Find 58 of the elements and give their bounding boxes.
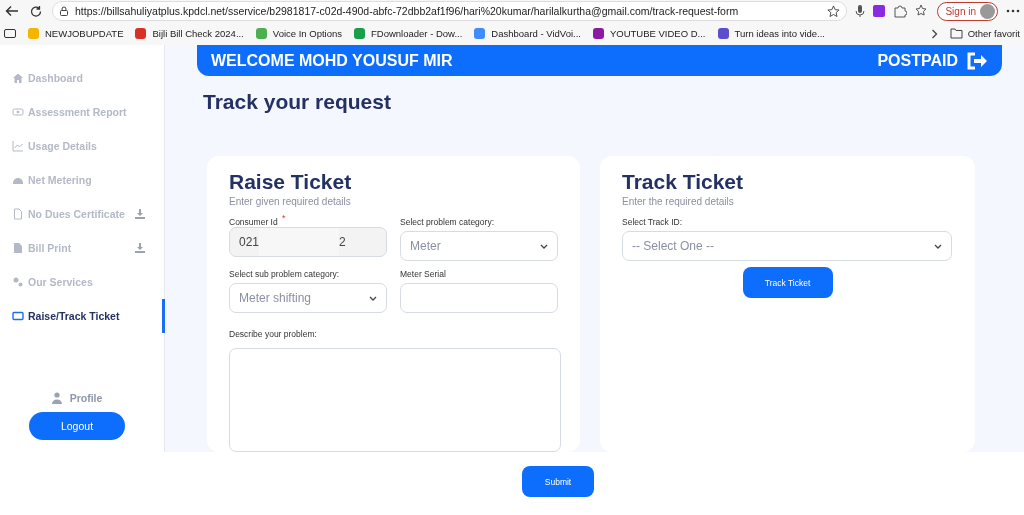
more-icon[interactable] bbox=[1006, 9, 1020, 13]
page-title: Track your request bbox=[203, 90, 392, 114]
url-text: https://billsahuliyatplus.kpdcl.net/sservice/b2981817-c02d-490d-abfc-72dbb2af1f96/hari%20kumar/harilalkurtha@gmail.com/track-request-form bbox=[75, 5, 740, 17]
microphone-icon[interactable] bbox=[855, 4, 866, 18]
bookmark-link[interactable]: Dashboard - VidVoi... bbox=[474, 28, 581, 39]
profile-link[interactable]: Profile bbox=[51, 392, 103, 404]
puzzle-icon[interactable] bbox=[893, 4, 908, 18]
submit-button[interactable]: Submit bbox=[522, 466, 594, 497]
chevron-icon[interactable] bbox=[930, 28, 938, 39]
caret-icon bbox=[369, 295, 377, 301]
person-icon bbox=[51, 392, 62, 404]
bookmark-folder[interactable]: Other favorit bbox=[967, 28, 1020, 39]
required-mark: * bbox=[282, 214, 286, 223]
field-label: Meter Serial bbox=[400, 269, 447, 279]
field-label: Select sub problem category: bbox=[229, 269, 341, 279]
ticket-icon bbox=[12, 310, 24, 322]
field-label: Consumer Id bbox=[229, 217, 279, 227]
extension-icon[interactable] bbox=[873, 5, 886, 17]
field-label: Select Track ID: bbox=[622, 217, 683, 227]
bookmark-link[interactable]: Voice In Options bbox=[255, 28, 342, 39]
card-title: Track Ticket bbox=[622, 170, 745, 194]
chart-icon bbox=[12, 140, 24, 152]
bookmark-link[interactable]: FDownloader - Dow... bbox=[354, 28, 463, 39]
field-label: Select problem category: bbox=[400, 217, 496, 227]
caret-icon bbox=[934, 243, 942, 249]
caret-icon bbox=[540, 243, 548, 249]
address-bar[interactable]: https://billsahuliyatplus.kpdcl.net/sservice/b2981817-c02d-490d-abfc-72dbb2af1f96/hari%20kumar/harilalkurtha@gmail.com/track-request-form bbox=[52, 1, 848, 21]
avatar-icon bbox=[980, 3, 995, 19]
folder-icon[interactable] bbox=[949, 28, 963, 39]
card-subtitle: Enter given required details bbox=[229, 196, 352, 207]
home-icon bbox=[12, 72, 24, 84]
plan-label: POSTPAID bbox=[877, 51, 958, 70]
track-id-dropdown[interactable]: -- Select One -- bbox=[622, 231, 952, 261]
card-title: Raise Ticket bbox=[229, 170, 353, 194]
gears-icon bbox=[12, 276, 24, 288]
field-label: Describe your problem: bbox=[229, 329, 318, 339]
category-dropdown[interactable]: Meter bbox=[400, 231, 558, 261]
logout-button[interactable]: Logout bbox=[29, 412, 125, 440]
back-icon[interactable] bbox=[4, 5, 20, 17]
bookmark-link[interactable]: YOUTUBE VIDEO D... bbox=[592, 28, 706, 39]
bookmark-link[interactable]: Turn ideas into vide... bbox=[717, 28, 825, 39]
star-icon[interactable] bbox=[827, 4, 841, 18]
track-ticket-button[interactable]: Track Ticket bbox=[742, 267, 833, 298]
eye-icon bbox=[12, 106, 24, 118]
sign-in-button[interactable]: Sign in bbox=[937, 1, 998, 21]
sidebar-item[interactable]: Raise/Track Ticket bbox=[0, 299, 164, 333]
reload-icon[interactable] bbox=[28, 4, 44, 18]
document-icon bbox=[12, 242, 24, 254]
card-subtitle: Enter the required details bbox=[622, 196, 735, 207]
file-icon bbox=[12, 208, 24, 220]
welcome-text: WELCOME MOHD YOUSUF MIR bbox=[211, 51, 454, 70]
bookmark-link[interactable]: NEWJOBUPDATE bbox=[28, 28, 124, 39]
bookmark-link[interactable]: Bijli Bill Check 2024... bbox=[135, 28, 244, 39]
sub-category-dropdown[interactable]: Meter shifting bbox=[229, 283, 387, 313]
consumer-id-field[interactable]: 021 2 bbox=[229, 227, 387, 257]
lock-icon bbox=[59, 6, 69, 16]
meter-serial-field[interactable] bbox=[400, 283, 558, 313]
bookmark-toggle-icon[interactable] bbox=[4, 29, 16, 38]
